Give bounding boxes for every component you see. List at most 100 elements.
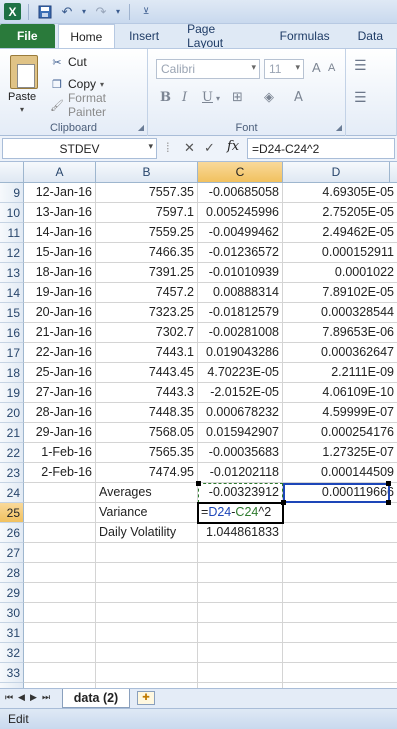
- row-header-31[interactable]: 31: [0, 623, 24, 643]
- row-header-19[interactable]: 19: [0, 383, 24, 403]
- cell-d9[interactable]: 4.69305E-05: [283, 183, 397, 203]
- cell-a16[interactable]: 21-Jan-16: [24, 323, 96, 343]
- cell-d26[interactable]: [283, 523, 397, 543]
- cell-a12[interactable]: 15-Jan-16: [24, 243, 96, 263]
- cell-c24[interactable]: -0.00323912: [198, 483, 283, 503]
- cell-d12[interactable]: 0.000152911: [283, 243, 397, 263]
- cell-d17[interactable]: 0.000362647: [283, 343, 397, 363]
- row-header-21[interactable]: 21: [0, 423, 24, 443]
- font-size-select[interactable]: 11: [264, 59, 304, 79]
- select-all-corner[interactable]: [0, 162, 24, 183]
- cell-c16[interactable]: -0.00281008: [198, 323, 283, 343]
- chevron-down-icon[interactable]: ▾: [216, 94, 220, 103]
- chevron-down-icon[interactable]: ▾: [80, 3, 88, 21]
- cell-b18[interactable]: 7443.45: [96, 363, 198, 383]
- column-header-c[interactable]: C: [198, 162, 283, 183]
- cell-d22[interactable]: 1.27325E-07: [283, 443, 397, 463]
- cell-b27[interactable]: [96, 543, 198, 563]
- selection-handle[interactable]: [281, 500, 286, 505]
- cell-a23[interactable]: 2-Feb-16: [24, 463, 96, 483]
- cell-a30[interactable]: [24, 603, 96, 623]
- row-header-16[interactable]: 16: [0, 323, 24, 343]
- name-box[interactable]: STDEV ▾: [2, 138, 157, 159]
- chevron-down-icon[interactable]: ▾: [20, 105, 24, 114]
- cell-c17[interactable]: 0.019043286: [198, 343, 283, 363]
- cell-c14[interactable]: 0.00888314: [198, 283, 283, 303]
- cell-d14[interactable]: 7.89102E-05: [283, 283, 397, 303]
- cell-d11[interactable]: 2.49462E-05: [283, 223, 397, 243]
- cell-b20[interactable]: 7448.35: [96, 403, 198, 423]
- dialog-launcher-icon[interactable]: ◢: [336, 123, 342, 132]
- row-header-26[interactable]: 26: [0, 523, 24, 543]
- row-header-33[interactable]: 33: [0, 663, 24, 683]
- cell-c21[interactable]: 0.015942907: [198, 423, 283, 443]
- cell-b24[interactable]: Averages: [96, 483, 198, 503]
- cell-b30[interactable]: [96, 603, 198, 623]
- shrink-font-icon[interactable]: A: [328, 62, 335, 74]
- row-header-20[interactable]: 20: [0, 403, 24, 423]
- dialog-launcher-icon[interactable]: ◢: [138, 123, 144, 132]
- worksheet-grid[interactable]: A B C D 9 12-Jan-16 7557.35 -0.00685058 4.69…: [0, 162, 397, 688]
- cell-b17[interactable]: 7443.1: [96, 343, 198, 363]
- cell-d28[interactable]: [283, 563, 397, 583]
- cell-b29[interactable]: [96, 583, 198, 603]
- cell-b9[interactable]: 7557.35: [96, 183, 198, 203]
- row-header-13[interactable]: 13: [0, 263, 24, 283]
- tab-formulas[interactable]: Formulas: [266, 24, 344, 48]
- cell-d32[interactable]: [283, 643, 397, 663]
- row-header-29[interactable]: 29: [0, 583, 24, 603]
- cell-d27[interactable]: [283, 543, 397, 563]
- tab-insert[interactable]: Insert: [115, 24, 173, 48]
- cell-c29[interactable]: [198, 583, 283, 603]
- row-header-25[interactable]: 25: [0, 503, 24, 523]
- cell-a29[interactable]: [24, 583, 96, 603]
- cell-b32[interactable]: [96, 643, 198, 663]
- cell-a24[interactable]: [24, 483, 96, 503]
- cell-b14[interactable]: 7457.2: [96, 283, 198, 303]
- align-top-icon[interactable]: ☰: [354, 57, 367, 74]
- row-header-23[interactable]: 23: [0, 463, 24, 483]
- cell-d13[interactable]: 0.0001022: [283, 263, 397, 283]
- chevron-down-icon[interactable]: ▾: [100, 80, 104, 89]
- cell-d15[interactable]: 0.000328544: [283, 303, 397, 323]
- cell-b31[interactable]: [96, 623, 198, 643]
- cancel-icon[interactable]: ✕: [184, 140, 195, 156]
- cell-d16[interactable]: 7.89653E-06: [283, 323, 397, 343]
- next-sheet-icon[interactable]: ▶: [30, 692, 37, 703]
- paste-icon[interactable]: [10, 55, 38, 89]
- row-header-18[interactable]: 18: [0, 363, 24, 383]
- cell-b25[interactable]: Variance: [96, 503, 198, 523]
- italic-button[interactable]: I: [182, 90, 187, 105]
- underline-button[interactable]: U: [202, 90, 213, 105]
- selection-handle[interactable]: [386, 500, 391, 505]
- save-icon[interactable]: [36, 3, 54, 21]
- resize-handle-icon[interactable]: ⁞: [166, 140, 170, 155]
- row-header-24[interactable]: 24: [0, 483, 24, 503]
- cell-d19[interactable]: 4.06109E-10: [283, 383, 397, 403]
- column-header-d[interactable]: D: [283, 162, 390, 183]
- cell-d10[interactable]: 2.75205E-05: [283, 203, 397, 223]
- last-sheet-icon[interactable]: ⏭: [42, 692, 50, 703]
- enter-icon[interactable]: ✓: [204, 140, 215, 156]
- cell-b19[interactable]: 7443.3: [96, 383, 198, 403]
- cut-button[interactable]: ✂ Cut: [50, 53, 86, 71]
- borders-icon[interactable]: ⊞: [232, 90, 243, 105]
- cell-c28[interactable]: [198, 563, 283, 583]
- cell-a19[interactable]: 27-Jan-16: [24, 383, 96, 403]
- selection-handle[interactable]: [196, 481, 201, 486]
- cell-c33[interactable]: [198, 663, 283, 683]
- insert-function-icon[interactable]: fx: [227, 139, 239, 154]
- row-header-12[interactable]: 12: [0, 243, 24, 263]
- cell-b21[interactable]: 7568.05: [96, 423, 198, 443]
- undo-icon[interactable]: ↶: [58, 3, 76, 21]
- grow-font-icon[interactable]: A: [312, 60, 321, 75]
- chevron-down-icon[interactable]: ▾: [114, 3, 122, 21]
- cell-a13[interactable]: 18-Jan-16: [24, 263, 96, 283]
- row-header-14[interactable]: 14: [0, 283, 24, 303]
- prev-sheet-icon[interactable]: ◀: [18, 692, 25, 703]
- cell-d31[interactable]: [283, 623, 397, 643]
- cell-a26[interactable]: [24, 523, 96, 543]
- cell-b13[interactable]: 7391.25: [96, 263, 198, 283]
- cell-a18[interactable]: 25-Jan-16: [24, 363, 96, 383]
- cell-a21[interactable]: 29-Jan-16: [24, 423, 96, 443]
